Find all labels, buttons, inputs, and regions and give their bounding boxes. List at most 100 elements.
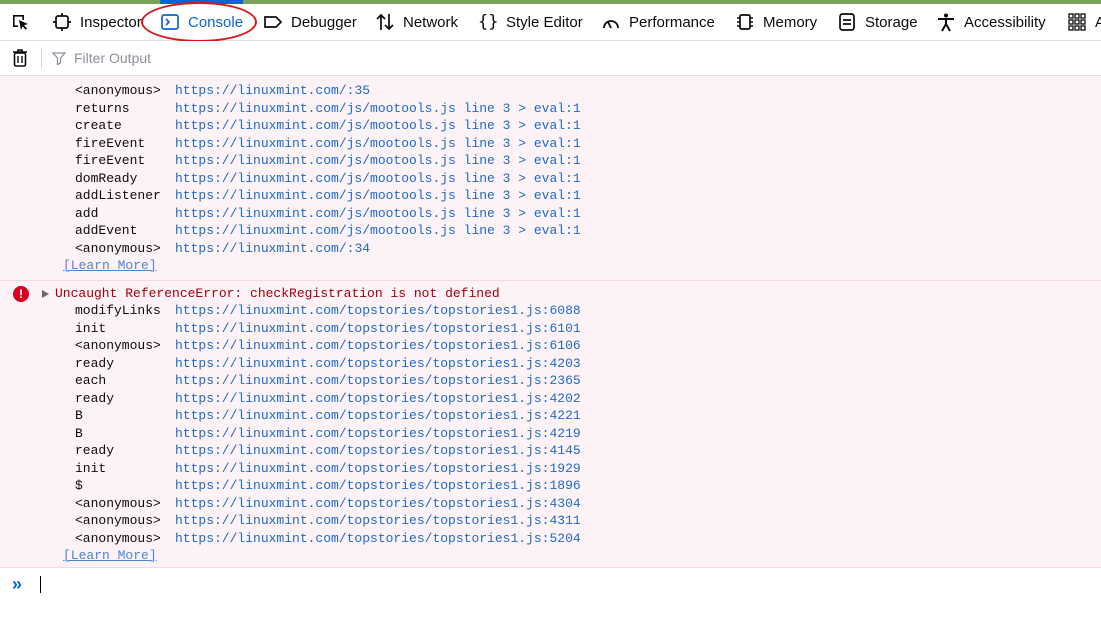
stack-frame-location-link[interactable]: https://linuxmint.com/topstories/topstor…	[175, 442, 581, 459]
stack-frame-function: fireEvent	[75, 153, 146, 168]
console-message-error: ! Uncaught ReferenceError: checkRegistra…	[0, 281, 1101, 568]
stack-frame-function: fireEvent	[75, 135, 146, 151]
console-output[interactable]: <anonymous> https://linuxmint.com/:35 retu…	[0, 76, 1101, 568]
accessibility-icon	[938, 13, 954, 32]
stack-frame-location-link[interactable]: https://linuxmint.com/topstories/topstor…	[175, 320, 581, 337]
stack-frame-location-link[interactable]: https://linuxmint.com/topstories/topstor…	[175, 460, 581, 477]
stack-frame-location-link[interactable]: https://linuxmint.com/js/mootools.js lin…	[175, 170, 581, 187]
stack-frame-function: <anonymous>	[75, 240, 161, 256]
stack-frame-location-link[interactable]: https://linuxmint.com/js/mootools.js lin…	[175, 135, 581, 152]
stack-frame-location-link[interactable]: https://linuxmint.com/topstories/topstor…	[175, 337, 581, 354]
stack-frame-separator: :	[565, 100, 573, 116]
tab-accessibility[interactable]: Accessibility	[936, 4, 1046, 40]
stack-frame-function: <anonymous>	[75, 338, 161, 353]
stack-frame-line: 4219	[549, 425, 581, 441]
stack-frame-location-link[interactable]: https://linuxmint.com/js/mootools.js lin…	[175, 222, 581, 239]
stack-frame-url: https://linuxmint.com/topstories/topstor…	[175, 303, 542, 318]
stack-frame-location-link[interactable]: https://linuxmint.com/topstories/topstor…	[175, 530, 581, 547]
filter-output[interactable]	[52, 47, 452, 69]
tab-console[interactable]: Console	[160, 0, 244, 40]
stack-frame-url: https://linuxmint.com/topstories/topstor…	[175, 425, 542, 441]
stack-frame-location-link[interactable]: https://linuxmint.com/topstories/topstor…	[175, 512, 581, 529]
stack-frame-location-link[interactable]: https://linuxmint.com/topstories/topstor…	[175, 372, 581, 389]
storage-icon	[839, 13, 855, 31]
stack-frame-url: https://linuxmint.com/topstories/topstor…	[175, 495, 542, 511]
learn-more-link[interactable]: [Learn More]	[63, 547, 157, 564]
stack-frame-location-link[interactable]: https://linuxmint.com/js/mootools.js lin…	[175, 152, 581, 169]
tab-storage[interactable]: Storage	[837, 4, 918, 40]
stack-frame: Bhttps://linuxmint.com/topstories/topsto…	[75, 407, 581, 424]
stack-frame-function: init	[75, 320, 107, 336]
stack-frame-location-link[interactable]: https://linuxmint.com/js/mootools.js lin…	[175, 187, 581, 204]
stack-frame-location-link[interactable]: https://linuxmint.com/topstories/topstor…	[175, 477, 581, 494]
stack-frame-location-link[interactable]: https://linuxmint.com/js/mootools.js lin…	[175, 205, 581, 222]
stack-frame-function: addEvent	[75, 223, 138, 238]
network-icon	[376, 13, 394, 31]
style-editor-icon: {}	[478, 12, 499, 32]
stack-frame-function: create	[75, 118, 122, 133]
stack-frame-separator: :	[565, 135, 573, 151]
tab-label: Accessibility	[964, 13, 1046, 31]
stack-frame-line: 5204	[549, 530, 581, 546]
console-input-row[interactable]: »	[0, 569, 1101, 599]
element-picker-icon[interactable]	[10, 12, 30, 32]
stack-frame-url: https://linuxmint.com/topstories/topstor…	[175, 320, 542, 336]
stack-frame: init https://linuxmint.com/topstories/top…	[75, 320, 581, 337]
tab-inspector[interactable]: Inspector	[52, 4, 142, 40]
stack-frame-location-link[interactable]: https://linuxmint.com/topstories/topstor…	[175, 302, 581, 319]
filter-icon	[52, 52, 66, 65]
stack-frame-line: 6101	[549, 320, 581, 336]
stack-frame-url: https://linuxmint.com/topstories/topstor…	[175, 373, 542, 388]
tab-memory[interactable]: Memory	[735, 4, 817, 40]
stack-frame-line: 4145	[549, 443, 581, 458]
tab-performance[interactable]: Performance	[601, 4, 715, 40]
expand-twisty-icon[interactable]	[42, 290, 49, 298]
filter-input[interactable]	[72, 49, 436, 67]
stack-frame-url: https://linuxmint.com/js/mootools.js lin…	[175, 100, 566, 116]
stack-frame-line: 1	[572, 223, 581, 238]
stack-frame-location-link[interactable]: https://linuxmint.com/js/mootools.js lin…	[175, 117, 581, 134]
tab-style-editor[interactable]: {} Style Editor	[478, 4, 583, 40]
stack-frame-url: https://linuxmint.com/	[175, 83, 347, 98]
stack-frame: modifyLinks https://linuxmint.com/topstor…	[75, 302, 581, 319]
stack-frame-location-link[interactable]: https://linuxmint.com/:35	[175, 82, 370, 99]
stack-frame-url: https://linuxmint.com/topstories/topstor…	[175, 478, 542, 493]
stack-frame: <anonymous> https://linuxmint.com/:35	[75, 82, 370, 99]
text-caret	[40, 576, 41, 593]
stack-frame-location-link[interactable]: https://linuxmint.com/:34	[175, 240, 370, 257]
stack-frame-function: add	[75, 205, 99, 221]
stack-frame-url: https://linuxmint.com/topstories/topstor…	[175, 338, 542, 353]
debugger-icon	[264, 16, 283, 28]
stack-frame-location-link[interactable]: https://linuxmint.com/topstories/topstor…	[175, 355, 581, 372]
stack-frame-location-link[interactable]: https://linuxmint.com/topstories/topstor…	[175, 407, 581, 424]
tab-label: Inspector	[80, 13, 142, 31]
stack-frame-location-link[interactable]: https://linuxmint.com/topstories/topstor…	[175, 390, 581, 407]
trash-icon[interactable]	[10, 48, 30, 68]
tab-label: Memory	[763, 13, 818, 31]
tab-application[interactable]: A	[1067, 4, 1101, 40]
stack-frame-function: ready	[75, 443, 115, 458]
stack-frame-separator: :	[565, 118, 573, 133]
stack-frame: init https://linuxmint.com/topstories/top…	[75, 460, 581, 477]
stack-frame-location-link[interactable]: https://linuxmint.com/topstories/topstor…	[175, 425, 581, 442]
stack-frame-url: https://linuxmint.com/js/mootools.js lin…	[175, 223, 566, 238]
tab-debugger[interactable]: Debugger	[263, 4, 357, 40]
stack-frame-line: 1	[572, 100, 581, 116]
stack-frame-location-link[interactable]: https://linuxmint.com/js/mootools.js lin…	[175, 100, 581, 117]
stack-frame-location-link[interactable]: https://linuxmint.com/topstories/topstor…	[175, 495, 581, 512]
stack-frame-url: https://linuxmint.com/topstories/topstor…	[175, 443, 542, 458]
stack-frame-line: 1	[572, 118, 581, 133]
console-toolbar	[0, 41, 1101, 76]
stack-frame: returns https://linuxmint.com/js/mootools…	[75, 100, 581, 117]
stack-frame: Bhttps://linuxmint.com/topstories/topsto…	[75, 425, 581, 442]
stack-frame-line: 35	[354, 83, 371, 98]
stack-frame: <anonymous> https://linuxmint.com/topstor…	[75, 530, 581, 547]
stack-frame-line: 1	[572, 188, 581, 203]
prompt-chevron-icon: »	[12, 574, 23, 594]
stack-frame-url: https://linuxmint.com/	[175, 240, 347, 256]
learn-more-link[interactable]: [Learn More]	[63, 257, 157, 274]
stack-frame-line: 4311	[549, 513, 581, 528]
tab-network[interactable]: Network	[375, 4, 458, 40]
stack-frame: <anonymous> https://linuxmint.com/topstor…	[75, 512, 581, 529]
tab-label: Debugger	[291, 13, 357, 31]
